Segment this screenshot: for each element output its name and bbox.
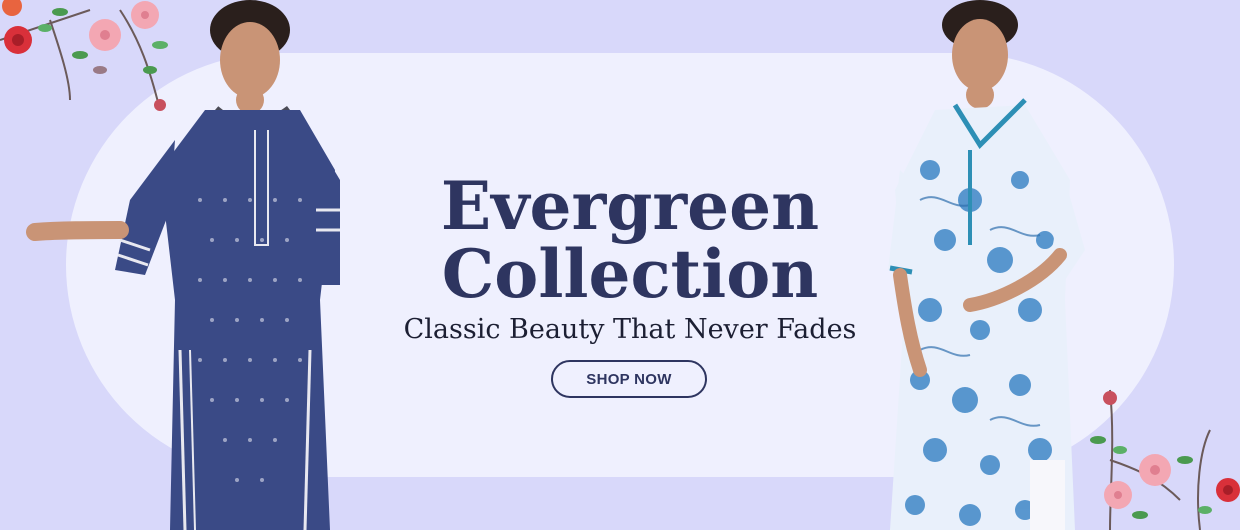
shop-now-button[interactable]: SHOP NOW <box>551 360 707 398</box>
headline-line-1: Evergreen <box>440 167 820 245</box>
floral-decoration-bottom-right <box>1080 380 1240 530</box>
tagline: Classic Beauty That Never Fades <box>403 314 857 345</box>
hero-banner[interactable]: Evergreen Collection Classic Beauty That… <box>0 0 1240 530</box>
model-navy-kurta-image <box>0 0 380 530</box>
headline-line-2: Collection <box>441 235 819 313</box>
